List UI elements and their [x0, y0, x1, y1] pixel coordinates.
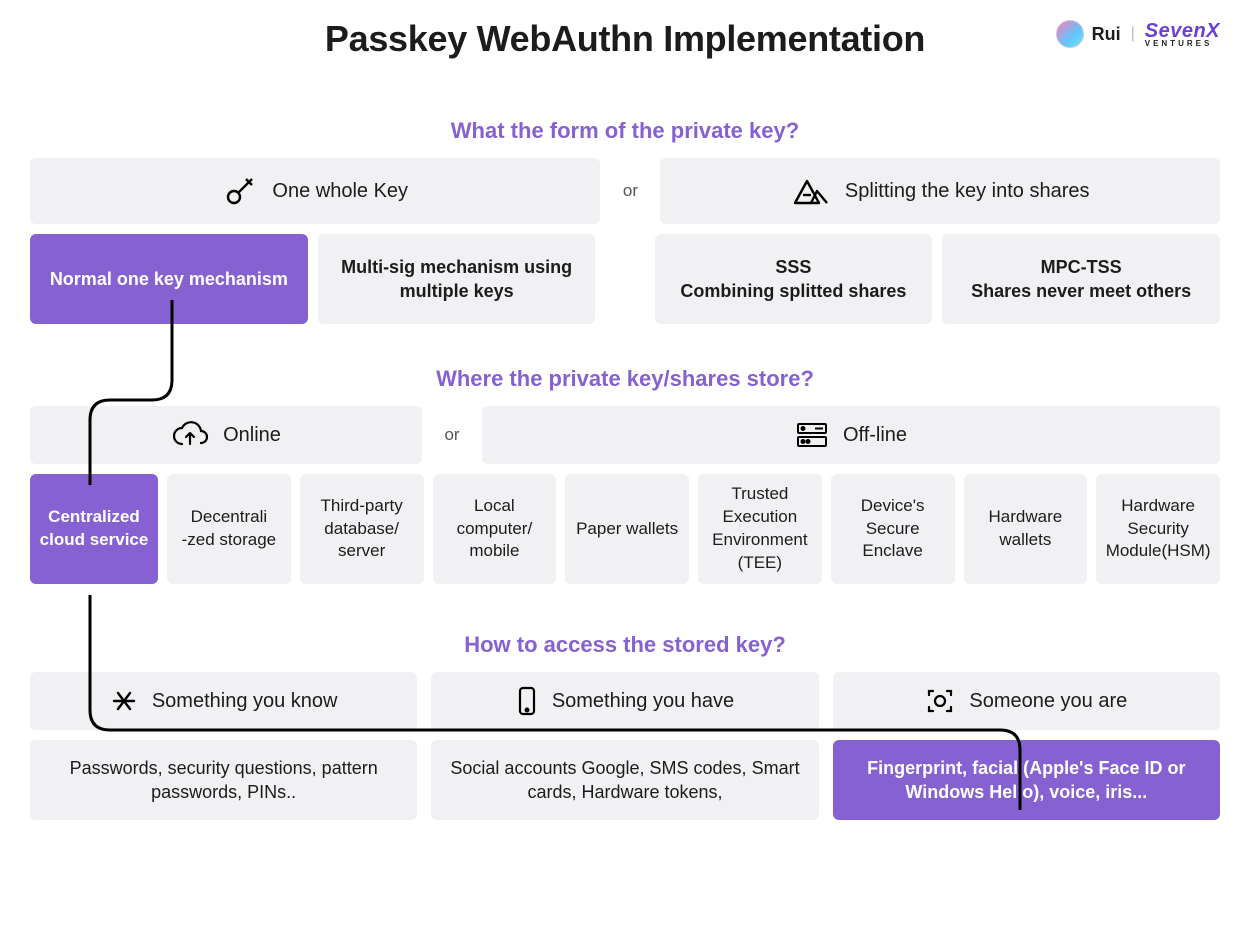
card-tee: Trusted Execution Environment (TEE): [698, 474, 822, 584]
option-know: Something you know: [30, 672, 417, 730]
option-online: Online: [30, 406, 422, 464]
card-mpc-tss: MPC-TSSShares never meet others: [942, 234, 1220, 324]
option-have: Something you have: [431, 672, 818, 730]
card-multisig: Multi-sig mechanism using multiple keys: [318, 234, 596, 324]
card-third-party-db: Third-party database/server: [300, 474, 424, 584]
asterisk-icon: [110, 687, 138, 715]
card-secure-enclave: Device's Secure Enclave: [831, 474, 955, 584]
card-centralized-cloud: Centralized cloud service: [30, 474, 158, 584]
company-logo: SevenX VENTURES: [1145, 20, 1220, 48]
section2-heading: Where the private key/shares store?: [30, 366, 1220, 392]
phone-icon: [516, 686, 538, 716]
card-normal-one-key: Normal one key mechanism: [30, 234, 308, 324]
divider: |: [1131, 25, 1135, 43]
card-sss: SSSCombining splitted shares: [655, 234, 933, 324]
face-scan-icon: [925, 686, 955, 716]
key-icon: [222, 173, 258, 209]
avatar: [1056, 20, 1084, 48]
section1-heading: What the form of the private key?: [30, 118, 1220, 144]
server-icon: [795, 420, 829, 450]
option-are-label: Someone you are: [969, 688, 1127, 715]
option-offline-label: Off-line: [843, 422, 907, 449]
card-hardware-wallets: Hardware wallets: [964, 474, 1088, 584]
option-are: Someone you are: [833, 672, 1220, 730]
or-label-2: or: [432, 406, 472, 464]
card-decentralized-storage: Decentrali-zed storage: [167, 474, 291, 584]
or-label: or: [610, 158, 650, 224]
option-whole-key: One whole Key: [30, 158, 600, 224]
option-know-label: Something you know: [152, 688, 338, 715]
option-online-label: Online: [223, 422, 281, 449]
card-hsm: Hardware Security Module(HSM): [1096, 474, 1220, 584]
card-social-tokens: Social accounts Google, SMS codes, Smart…: [431, 740, 818, 820]
card-biometrics: Fingerprint, facial (Apple's Face ID or …: [833, 740, 1220, 820]
card-passwords: Passwords, security questions, pattern p…: [30, 740, 417, 820]
section3-heading: How to access the stored key?: [30, 632, 1220, 658]
card-paper-wallets: Paper wallets: [565, 474, 689, 584]
author-name: Rui: [1092, 24, 1121, 45]
option-split-key: Splitting the key into shares: [660, 158, 1220, 224]
card-local-device: Local computer/mobile: [433, 474, 557, 584]
triangle-icon: [791, 175, 831, 207]
option-have-label: Something you have: [552, 688, 734, 715]
cloud-upload-icon: [171, 420, 209, 450]
option-split-key-label: Splitting the key into shares: [845, 178, 1090, 205]
option-offline: Off-line: [482, 406, 1220, 464]
option-whole-key-label: One whole Key: [272, 178, 408, 205]
brand-block: Rui | SevenX VENTURES: [1056, 20, 1220, 48]
